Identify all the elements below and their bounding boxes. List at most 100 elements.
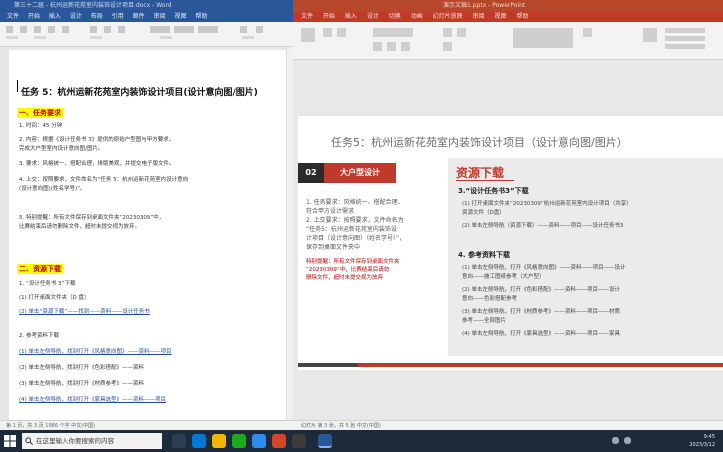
left-line: “任务5：杭州运新花苑室内装饰设 [306, 226, 397, 233]
resource-line: (2) 单击左侧导航，打开《色彩搭配》——资料——项目——设计 [462, 287, 621, 293]
slide-footer-bar-dark [298, 363, 358, 367]
font-icon[interactable] [20, 26, 27, 33]
align-center-icon[interactable] [104, 26, 111, 33]
word-menu-insert[interactable]: 插入 [49, 12, 61, 22]
doc-line: (2) 单击左侧导航，找到打开《色彩搭配》——资料 [19, 365, 145, 371]
resource-line: (1) 单击左侧导航，打开《风格意向图》——资料——项目——设计 [462, 265, 626, 271]
quick-styles-icon[interactable] [643, 28, 657, 42]
section-tag: 02 大户型设计 [298, 163, 396, 183]
style-normal-icon[interactable] [150, 26, 170, 33]
doc-link-line[interactable]: (1) 单击左侧导航，找到打开《风格意向图》——资料——项目 [19, 348, 172, 356]
file-explorer-icon[interactable] [212, 434, 226, 448]
powerpoint-taskbar-icon[interactable] [272, 434, 286, 448]
slide-left-textbox[interactable]: 1. 任务要求：风格统一、搭配合理、 符合甲方设计需求 2. 上交要求：按照要求… [306, 198, 444, 282]
word-menu-help[interactable]: 帮助 [195, 12, 207, 22]
underline-icon[interactable] [401, 42, 410, 51]
new-slide-icon[interactable] [323, 28, 332, 37]
word-page[interactable]: 任务 5：杭州运新花苑室内装饰设计项目(设计意向图/图片) 一、任务要求 1. … [9, 50, 291, 420]
shapes-gallery-icon[interactable] [513, 28, 573, 48]
shape-outline-icon[interactable] [665, 36, 705, 41]
resource-line: (4) 单击左侧导航，打开《家具选型》——资料——项目——家具 [462, 331, 621, 337]
left-line: 计项目（设计意向图）（姓名学号）”， [306, 235, 406, 242]
style-title-icon[interactable] [198, 26, 218, 33]
app-taskbar-icon[interactable] [292, 434, 306, 448]
align-icon[interactable] [443, 42, 452, 51]
resource-line: 参考——全部图片 [462, 318, 507, 324]
edge-browser-icon[interactable] [192, 434, 206, 448]
bullets-icon[interactable] [443, 28, 452, 37]
slide-canvas[interactable]: 任务5：杭州运新花苑室内装饰设计项目（设计意向图/图片） 02 大户型设计 1.… [298, 116, 723, 370]
text-cursor [17, 80, 18, 92]
doc-line: 2. 内容：根据《设计任务书 3》提供的原始户型图与甲方要求， [19, 137, 175, 143]
paste-icon[interactable] [301, 28, 315, 42]
replace-icon[interactable] [256, 26, 263, 33]
taskbar-search-input[interactable]: 在这里输入你要搜索的内容 [22, 433, 162, 449]
taskbar-clock[interactable]: 9:45 2023/3/12 [689, 433, 715, 449]
numbering-icon[interactable] [457, 28, 466, 37]
section-task-requirements: 一、任务要求 [17, 108, 63, 118]
ppt-menu-home[interactable]: 开始 [323, 12, 335, 22]
word-vertical-scrollbar[interactable] [286, 47, 293, 420]
section-label: 大户型设计 [324, 163, 396, 183]
find-icon[interactable] [240, 26, 247, 33]
doc-line: (1) 打开桌面文件夹（D 盘） [19, 295, 90, 301]
clock-date: 2023/3/12 [689, 442, 715, 448]
word-taskbar-icon[interactable] [318, 434, 332, 448]
left-line: 1. 任务要求：风格统一、搭配合理、 [306, 199, 404, 206]
ppt-menu-transitions[interactable]: 切换 [389, 12, 401, 22]
italic-icon[interactable] [48, 26, 55, 33]
task-view-icon[interactable] [172, 434, 186, 448]
left-line: 符合甲方设计需求 [306, 208, 355, 215]
ppt-menu-slideshow[interactable]: 幻灯片放映 [433, 12, 463, 22]
align-left-icon[interactable] [90, 26, 97, 33]
style-heading-icon[interactable] [174, 26, 194, 33]
ppt-menu-view[interactable]: 视图 [495, 12, 507, 22]
word-menu-references[interactable]: 引用 [112, 12, 124, 22]
arrange-icon[interactable] [583, 28, 592, 37]
doc-line: 4. 上交：按照要求，文件命名为“任务 5：杭州运新花苑室内设计意向 [19, 177, 189, 183]
doc-title: 任务 5：杭州运新花苑室内装饰设计项目(设计意向图/图片) [21, 88, 258, 98]
ppt-menu-insert[interactable]: 插入 [345, 12, 357, 22]
paste-icon[interactable] [6, 26, 13, 33]
left-warning-line: 删除文件，超时未提交视为放弃 [306, 275, 384, 281]
volume-icon[interactable] [624, 437, 631, 444]
doc-link-line[interactable]: (4) 单击左侧导航，找到打开《家具选型》——资料——项目 [19, 396, 166, 404]
doc-line: 2. 参考资料下载 [19, 333, 59, 339]
network-icon[interactable] [612, 437, 619, 444]
layout-icon[interactable] [337, 28, 346, 37]
resource-line: 意向——施工图纸参考（大户型） [462, 274, 545, 280]
font-box-icon[interactable] [373, 28, 413, 37]
windows-start-icon[interactable] [4, 435, 16, 447]
ppt-titlebar: 演示文稿1.pptx - PowerPoint [293, 0, 723, 12]
shape-fill-icon[interactable] [665, 28, 705, 33]
word-menu-view[interactable]: 视图 [175, 12, 187, 22]
list-icon[interactable] [118, 26, 125, 33]
bold-icon[interactable] [34, 26, 41, 33]
left-line: 保存到桌面文件夹中 [306, 244, 361, 251]
underline-icon[interactable] [62, 26, 69, 33]
bold-icon[interactable] [373, 42, 382, 51]
resource-line: 意向——色彩搭配参考 [462, 296, 518, 302]
shape-effects-icon[interactable] [665, 44, 705, 49]
ppt-menu-animations[interactable]: 动画 [411, 12, 423, 22]
italic-icon[interactable] [387, 42, 396, 51]
word-menu-mailings[interactable]: 邮件 [133, 12, 145, 22]
resource-panel[interactable]: 资源下载 3.“设计任务书3”下载 (1) 打开桌面文件夹“20230309”杭… [448, 158, 723, 356]
ppt-menu-help[interactable]: 帮助 [516, 12, 528, 22]
word-titlebar: 第三十二届 - 杭州运新花苑室内装饰设计项目.docx - Word [0, 0, 293, 12]
title-underline [456, 180, 514, 181]
word-menu-design[interactable]: 设计 [70, 12, 82, 22]
ppt-menu-review[interactable]: 审阅 [473, 12, 485, 22]
wechat-icon[interactable] [232, 434, 246, 448]
ppt-menu-file[interactable]: 文件 [301, 12, 313, 22]
doc-line: 比赛结束后请勿删除文件，超时未提交视为放弃。 [19, 224, 141, 230]
word-menu-home[interactable]: 开始 [28, 12, 40, 22]
word-menu-layout[interactable]: 布局 [91, 12, 103, 22]
slide-title: 任务5：杭州运新花苑室内装饰设计项目（设计意向图/图片） [331, 136, 628, 149]
section-resource-download: 二、资源下载 [17, 264, 63, 274]
word-menu-file[interactable]: 文件 [7, 12, 19, 22]
doc-link-line[interactable]: (2) 单击“资源下载”——找到——资料——设计任务书 [19, 308, 150, 316]
ppt-menu-design[interactable]: 设计 [367, 12, 379, 22]
word-menu-review[interactable]: 审阅 [154, 12, 166, 22]
qq-icon[interactable] [252, 434, 266, 448]
